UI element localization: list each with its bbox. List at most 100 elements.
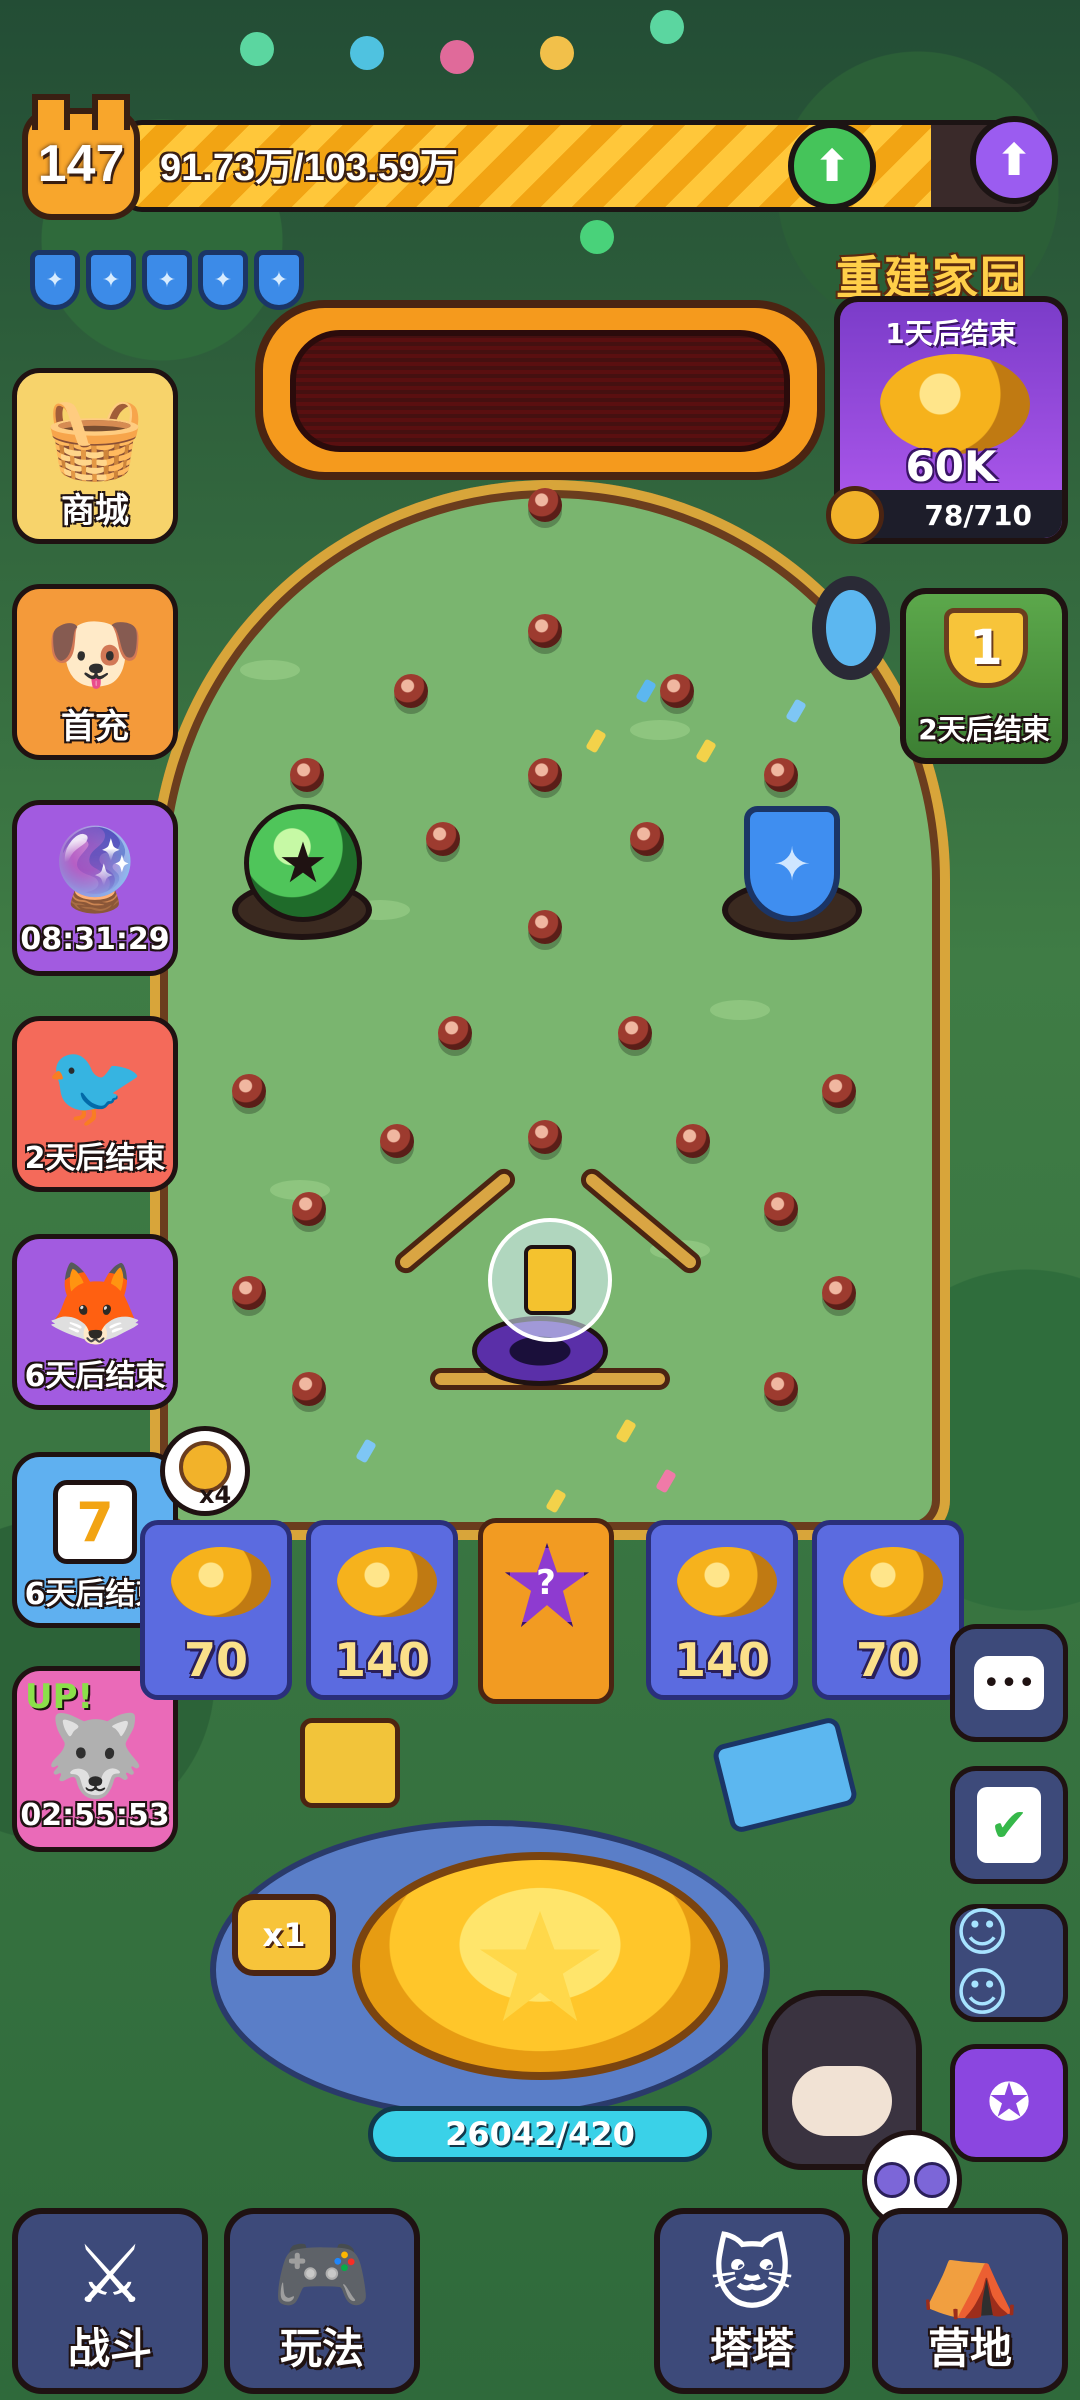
husky-event-timer: 02:55:53 [20, 1797, 170, 1833]
shield-icon: ✦ [198, 250, 248, 310]
green-star-orb-icon[interactable]: ★ [244, 804, 362, 922]
nav-battle[interactable]: ⚔ 战斗 [12, 2208, 208, 2394]
shield-icon: ✦ [30, 250, 80, 310]
bird-event-timer: 2天后结束 [24, 1141, 166, 1176]
first-recharge-button[interactable]: 🐶 首充 [12, 584, 178, 760]
peg [660, 674, 694, 708]
peg [822, 1276, 856, 1310]
player-level: 147 [37, 135, 125, 193]
cat-emblem-icon: ✪ [987, 2073, 1031, 2133]
ranking-trophy-card[interactable]: 1 2天后结束 [900, 588, 1068, 764]
string-light [440, 40, 474, 74]
gold-fox-event-button[interactable]: 🦊 6天后结束 [12, 1234, 178, 1410]
prize-slot-value: 140 [333, 1633, 431, 1687]
trophy-rank: 1 [969, 620, 1003, 676]
gold-coins-icon [843, 1547, 943, 1617]
event-reward-amount: 60K [905, 442, 997, 491]
peg [380, 1124, 414, 1158]
blue-shield-icon[interactable]: ✦ [744, 806, 840, 922]
nav-camp[interactable]: ⛺ 营地 [872, 2208, 1068, 2394]
peg [764, 1372, 798, 1406]
peg [394, 674, 428, 708]
ball-icon [874, 2162, 910, 2198]
peg [528, 758, 562, 792]
orb-pack-timer: 08:31:29 [20, 921, 170, 957]
gift-box-icon [300, 1718, 400, 1808]
launch-ball-button[interactable] [352, 1852, 728, 2080]
trophy-timer: 2天后结束 [918, 713, 1050, 746]
ball-count: 26042/420 [368, 2106, 712, 2162]
player-level-badge[interactable]: 147 [22, 94, 140, 220]
trophy-icon: 1 [944, 608, 1028, 688]
orb-pack-button[interactable]: 🔮 08:31:29 [12, 800, 178, 976]
shield-icon: ✦ [254, 250, 304, 310]
cat-ear-icon [32, 94, 70, 130]
gold-ingots-icon [880, 354, 1030, 454]
clipboard-check-icon: ✔ [977, 1787, 1041, 1863]
bird-event-button[interactable]: 🐦 2天后结束 [12, 1016, 178, 1192]
arrow-up-icon: ⬆ [995, 134, 1033, 186]
peg [764, 1192, 798, 1226]
mystery-prize-slot: ? [478, 1518, 614, 1704]
string-light [350, 36, 384, 70]
first-recharge-label: 首充 [61, 706, 129, 747]
tent-icon: ⛺ [920, 2228, 1020, 2321]
peg [676, 1124, 710, 1158]
peg [528, 488, 562, 522]
key-bonus-badge: x4 [160, 1426, 250, 1516]
golden-key-icon [826, 486, 884, 544]
peg [764, 758, 798, 792]
shop-label: 商城 [61, 490, 129, 531]
peg [618, 1016, 652, 1050]
ball-icon [914, 2162, 950, 2198]
peg [438, 1016, 472, 1050]
peg [528, 1120, 562, 1154]
peg [292, 1192, 326, 1226]
nav-tata-label: 塔塔 [709, 2324, 794, 2373]
peg [528, 910, 562, 944]
gold-coins-icon [337, 1547, 437, 1617]
cat-ear-icon [92, 94, 130, 130]
cat-badge-button[interactable]: ✪ [950, 2044, 1068, 2162]
nav-gameplay[interactable]: 🎮 玩法 [224, 2208, 420, 2394]
prize-slot-value: 70 [183, 1633, 248, 1687]
prize-slot: 70 [812, 1520, 964, 1700]
gamepad-icon: 🎮 [272, 2228, 372, 2321]
prize-slot: 140 [646, 1520, 798, 1700]
prize-slot: 140 [306, 1520, 458, 1700]
shield-icon: ✦ [86, 250, 136, 310]
arrow-up-icon: ⬆ [813, 140, 851, 192]
prize-slot-value: 70 [855, 1633, 920, 1687]
chat-button[interactable]: ••• [950, 1624, 1068, 1742]
friends-ghost-icon: ☺☺ [955, 1903, 1010, 2023]
tasks-button[interactable]: ✔ [950, 1766, 1068, 1884]
gold-coins-icon [171, 1547, 271, 1617]
string-light [240, 32, 274, 66]
star-icon [480, 1911, 600, 2021]
string-light [540, 36, 574, 70]
upgrade-purple-button[interactable]: ⬆ [970, 116, 1058, 204]
prize-slot-value: 140 [673, 1633, 771, 1687]
up-badge: UP! [25, 1677, 94, 1717]
ring-hole-icon [812, 576, 890, 680]
peg [426, 822, 460, 856]
nav-battle-label: 战斗 [67, 2324, 152, 2373]
key-bonus-count: x4 [199, 1481, 232, 1509]
shield-icon: ✦ [142, 250, 192, 310]
card-icon [524, 1245, 576, 1315]
xp-text: 91.73万/103.59万 [160, 147, 458, 189]
friends-button[interactable]: ☺☺ [950, 1903, 1068, 2023]
upgrade-green-button[interactable]: ⬆ [788, 122, 876, 210]
event-timer: 1天后结束 [885, 317, 1017, 350]
nav-camp-label: 营地 [927, 2324, 1012, 2373]
card-bubble[interactable] [488, 1218, 612, 1342]
gold-coins-icon [677, 1547, 777, 1617]
dog-face [792, 2066, 892, 2136]
nav-tata[interactable]: 🐱 塔塔 [654, 2208, 850, 2394]
nav-gameplay-label: 玩法 [279, 2324, 364, 2373]
shop-button[interactable]: 🧺 商城 [12, 368, 178, 544]
peg [290, 758, 324, 792]
multiplier-button[interactable]: x1 [232, 1894, 336, 1976]
peg [292, 1372, 326, 1406]
string-light [650, 10, 684, 44]
